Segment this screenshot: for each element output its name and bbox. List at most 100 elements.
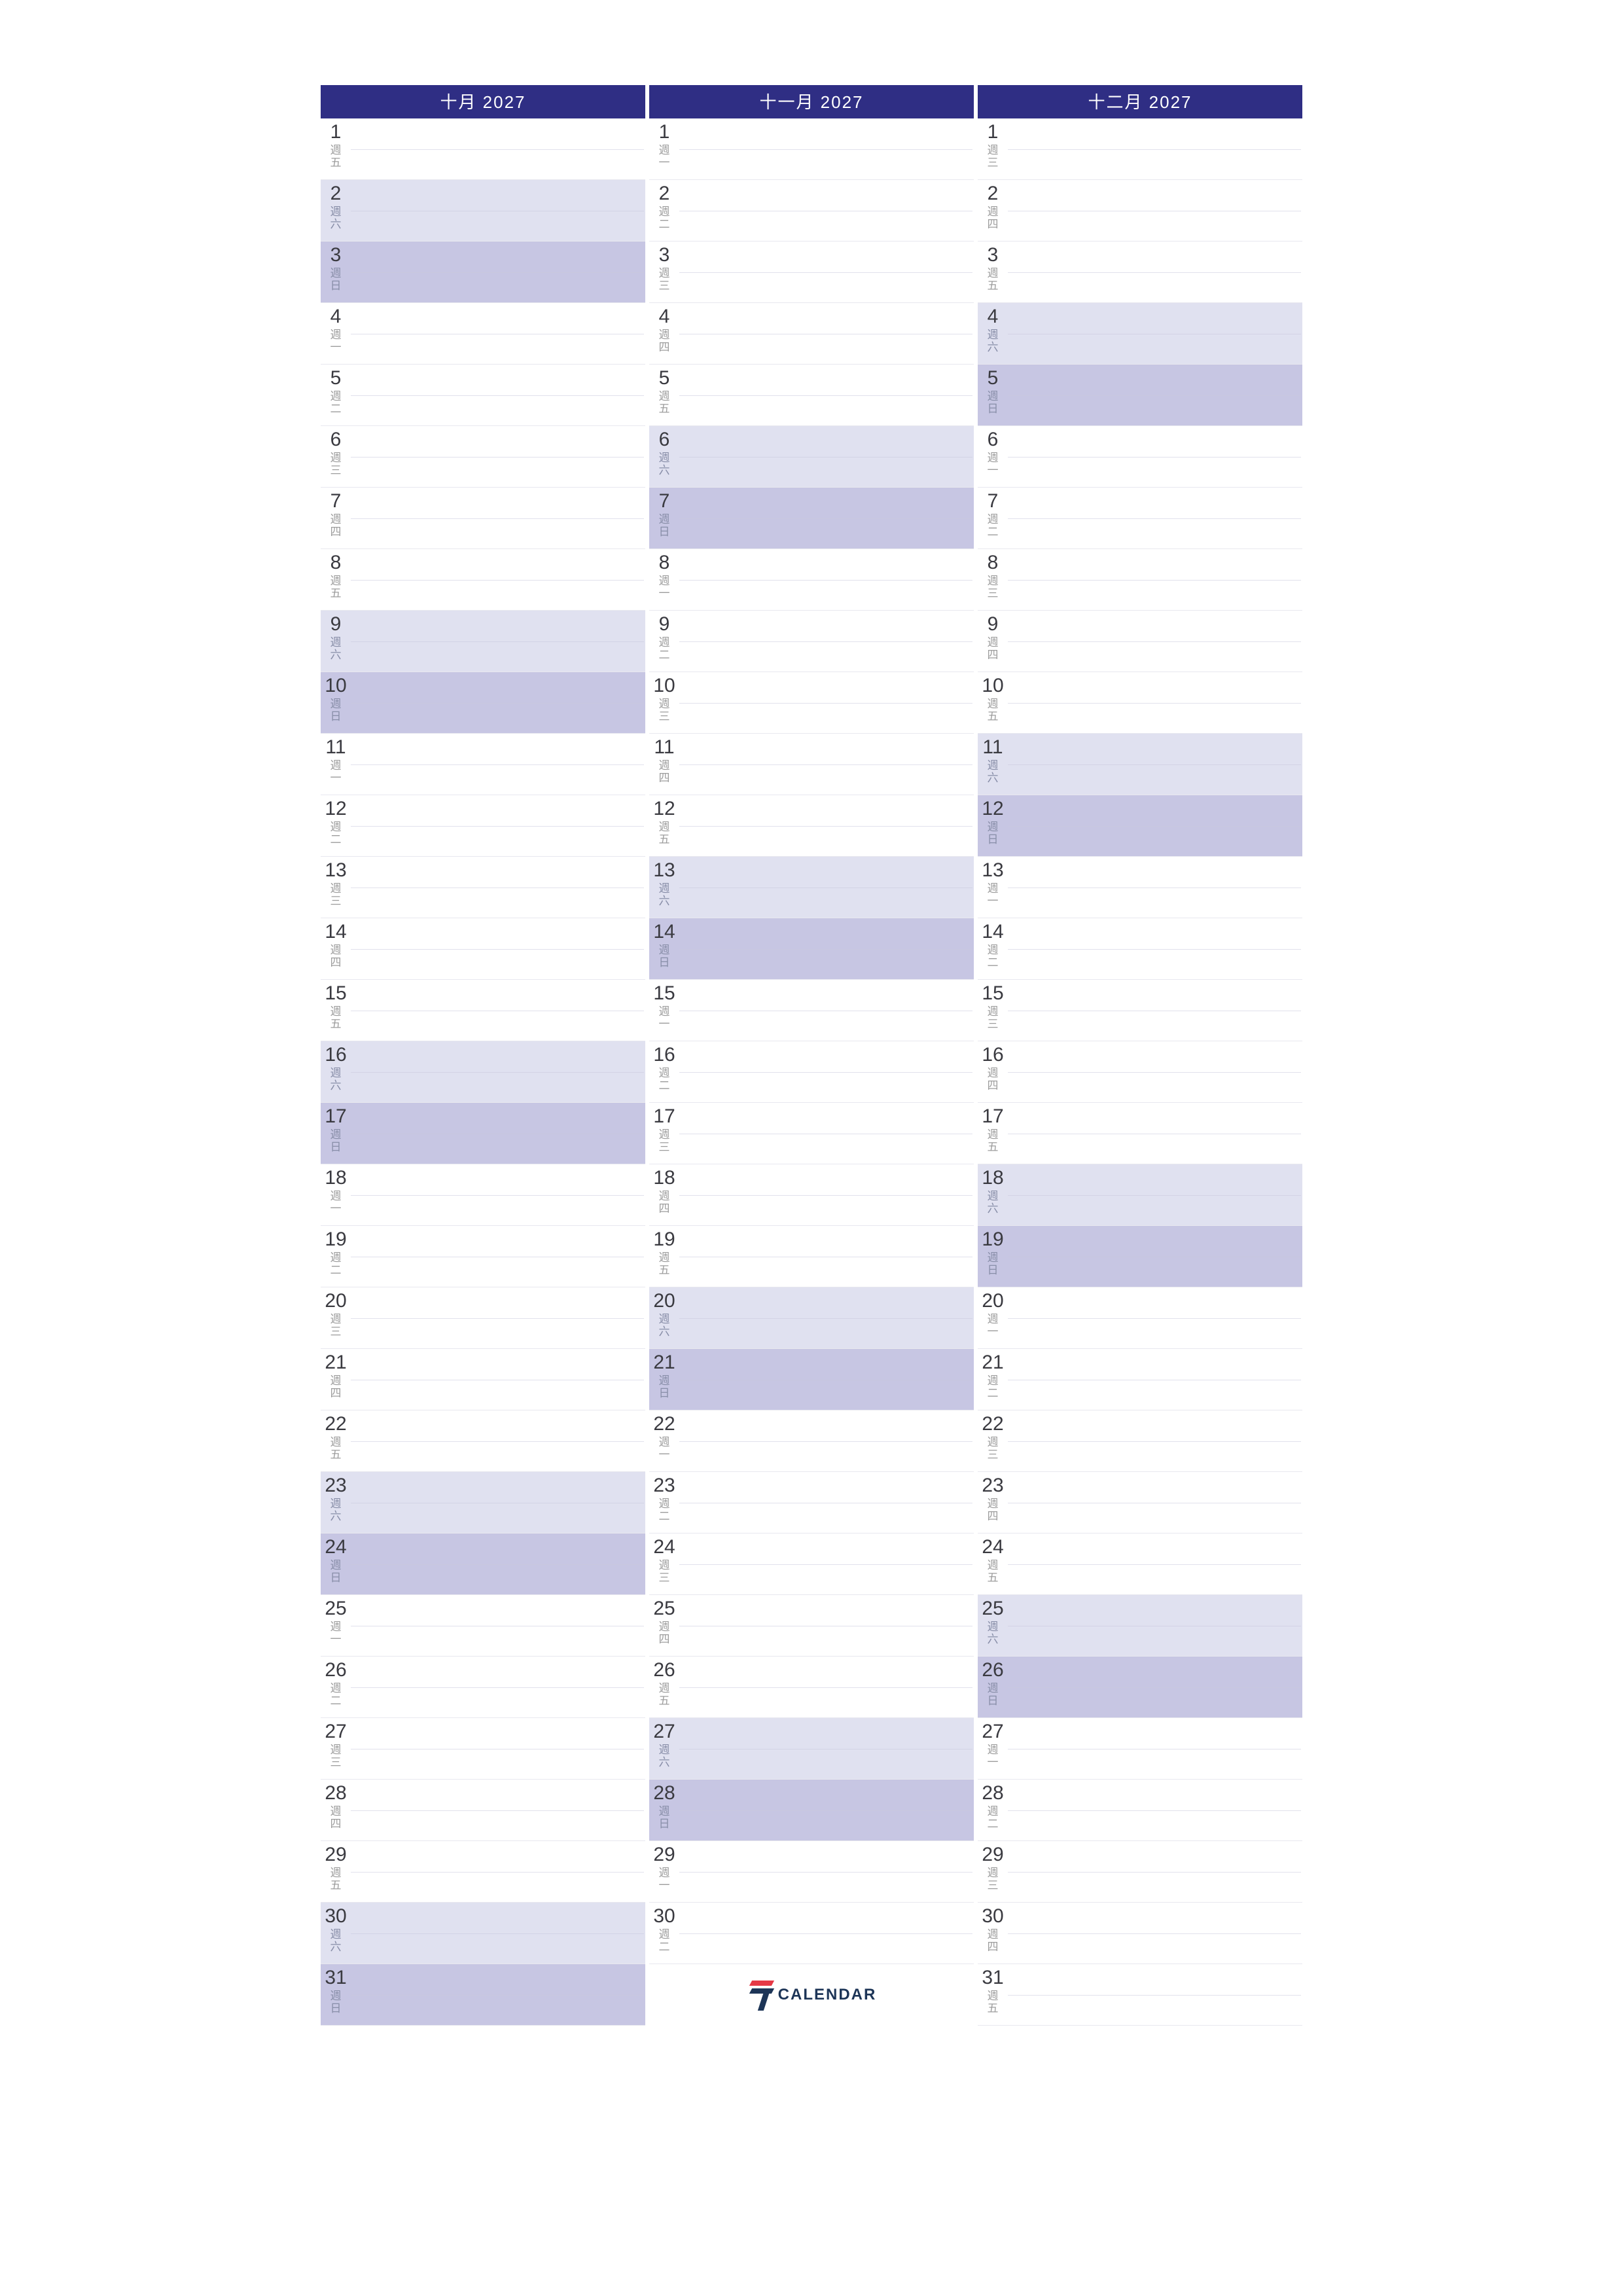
day-row: 31週日 [321,1964,645,2026]
day-content [351,1287,645,1348]
day-number: 25 [325,1598,346,1621]
day-number: 17 [982,1105,1003,1128]
day-label: 4週四 [649,303,679,364]
day-label: 6週一 [978,426,1008,487]
day-number: 30 [653,1905,675,1928]
day-content [679,1534,974,1594]
weekday-label: 週四 [330,513,342,539]
day-label: 29週一 [649,1841,679,1902]
weekday-label: 週一 [659,1867,670,1892]
weekday-label: 週四 [988,1498,999,1523]
weekday-label: 週日 [330,267,342,293]
weekday-label: 週一 [330,329,342,354]
day-content [1008,180,1302,241]
day-number: 15 [982,982,1003,1005]
day-content [1008,1410,1302,1471]
day-row: 17週五 [978,1103,1302,1164]
day-label: 19週二 [321,1226,351,1287]
day-row: 11週六 [978,734,1302,795]
day-label: 9週四 [978,611,1008,672]
day-number: 28 [325,1782,346,1805]
day-number: 11 [654,736,674,759]
weekday-label: 週六 [659,1313,670,1338]
weekday-label: 週五 [659,390,670,416]
day-row: 13週一 [978,857,1302,918]
day-content [1008,857,1302,918]
day-number: 12 [982,798,1003,821]
day-row: 24週五 [978,1534,1302,1595]
day-content [1008,1841,1302,1902]
month-title: 十一月 2027 [649,85,974,118]
day-content [351,180,645,241]
day-content [351,1595,645,1656]
day-row: 13週六 [649,857,974,918]
day-label: 24週三 [649,1534,679,1594]
day-number: 6 [659,429,670,452]
day-row: 29週五 [321,1841,645,1903]
day-row: 8週一 [649,549,974,611]
day-content [351,1534,645,1594]
day-content [1008,365,1302,425]
day-label: 24週日 [321,1534,351,1594]
day-number: 9 [659,613,670,636]
day-content [679,980,974,1041]
day-label: 28週日 [649,1780,679,1840]
day-content [679,1164,974,1225]
day-number: 26 [325,1659,346,1682]
day-row: 12週日 [978,795,1302,857]
day-number: 23 [653,1475,675,1498]
day-content [1008,1595,1302,1656]
day-label: 21週二 [978,1349,1008,1410]
weekday-label: 週二 [988,1805,999,1831]
days-container-2: 1週三2週四3週五4週六5週日6週一7週二8週三9週四10週五11週六12週日1… [978,118,1302,2026]
day-row: 12週五 [649,795,974,857]
day-label: 6週六 [649,426,679,487]
day-row: 20週六 [649,1287,974,1349]
day-row: 4週六 [978,303,1302,365]
day-number: 6 [330,429,342,452]
day-row: 16週四 [978,1041,1302,1103]
day-label: 28週二 [978,1780,1008,1840]
day-row: 20週三 [321,1287,645,1349]
weekday-label: 週四 [988,206,999,231]
day-number: 22 [325,1413,346,1436]
day-row: 15週一 [649,980,974,1041]
weekday-label: 週一 [330,1190,342,1215]
weekday-label: 週一 [988,1313,999,1338]
day-content [351,549,645,610]
weekday-label: 週六 [330,636,342,662]
day-number: 10 [325,675,346,698]
weekday-label: 週一 [659,1005,670,1031]
day-label: 29週五 [321,1841,351,1902]
day-content [1008,1103,1302,1164]
day-number: 17 [325,1105,346,1128]
day-number: 10 [982,675,1003,698]
day-content [679,1349,974,1410]
day-content [1008,118,1302,179]
weekday-label: 週一 [988,882,999,908]
day-number: 19 [982,1229,1003,1251]
day-label: 20週三 [321,1287,351,1348]
day-content [351,242,645,302]
day-number: 1 [659,121,670,144]
day-content [1008,1041,1302,1102]
day-label: 7週四 [321,488,351,548]
day-row: 21週日 [649,1349,974,1410]
weekday-label: 週一 [988,1744,999,1769]
day-number: 18 [653,1167,675,1190]
weekday-label: 週三 [330,452,342,477]
day-row: 25週六 [978,1595,1302,1657]
day-content [351,303,645,364]
weekday-label: 週四 [330,1374,342,1400]
day-label: 17週日 [321,1103,351,1164]
day-label: 18週六 [978,1164,1008,1225]
day-row: 2週六 [321,180,645,242]
day-number: 12 [653,798,675,821]
day-row: 1週三 [978,118,1302,180]
weekday-label: 週二 [988,944,999,969]
weekday-label: 週六 [988,1190,999,1215]
day-content [679,795,974,856]
day-content [351,734,645,795]
day-number: 1 [988,121,999,144]
day-row: 5週五 [649,365,974,426]
